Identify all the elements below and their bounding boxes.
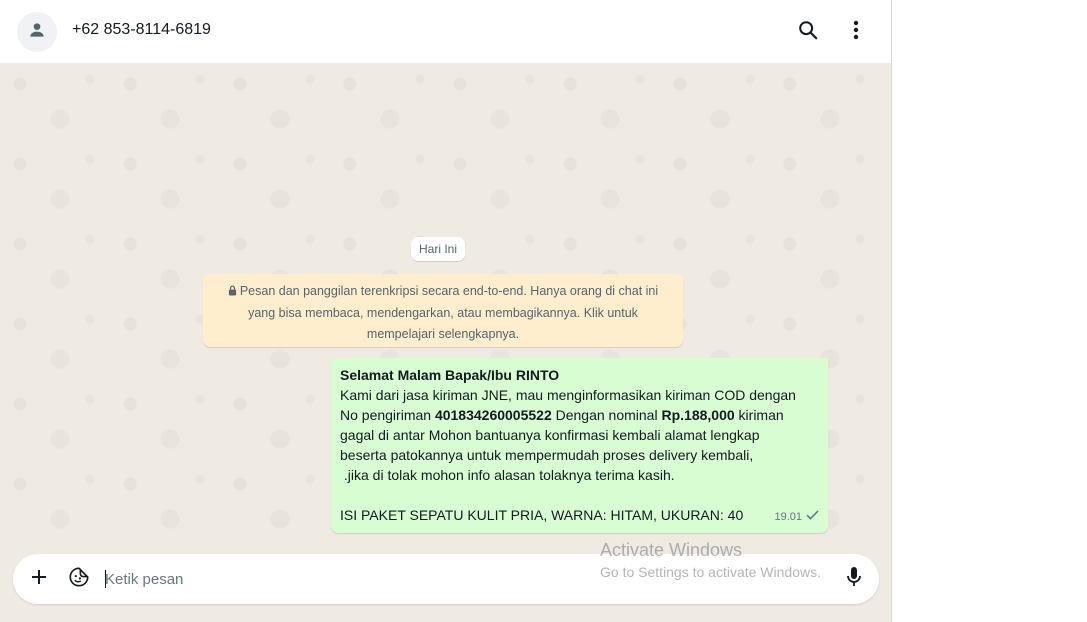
sticker-button[interactable]	[63, 563, 95, 595]
date-divider: Hari Ini	[411, 237, 466, 261]
cod-amount: Rp.188,000	[661, 407, 735, 423]
watermark-subtitle: Go to Settings to activate Windows.	[600, 564, 821, 580]
attach-button[interactable]	[23, 563, 55, 595]
search-icon	[797, 19, 819, 46]
contact-avatar[interactable]	[17, 12, 57, 52]
text-caret	[105, 570, 106, 588]
search-button[interactable]	[792, 16, 824, 48]
message-line: gagal di antar Mohon bantuanya konfirmas…	[340, 427, 760, 443]
message-greeting: Selamat Malam Bapak/Ibu RINTO	[340, 367, 560, 383]
message-line-tracking: No pengiriman 401834260005522 Dengan nom…	[340, 407, 784, 423]
message-line: beserta patokannya untuk mempermudah pro…	[340, 447, 754, 463]
microphone-icon	[846, 566, 862, 593]
sticker-icon	[68, 566, 90, 593]
more-vertical-icon	[853, 20, 859, 45]
single-check-icon	[806, 507, 819, 527]
message-line: Kami dari jasa kiriman JNE, mau menginfo…	[340, 387, 796, 403]
tracking-number: 401834260005522	[434, 407, 552, 423]
chat-header: +62 853-8114-6819	[0, 0, 891, 64]
voice-message-button[interactable]	[838, 563, 870, 595]
contact-name[interactable]: +62 853-8114-6819	[72, 21, 211, 39]
message-line: .jika di tolak mohon info alasan tolakny…	[340, 467, 675, 483]
lock-icon	[228, 282, 237, 303]
watermark-title: Activate Windows	[600, 540, 743, 560]
message-meta: 19.01	[774, 507, 819, 527]
plus-icon	[30, 568, 48, 591]
chat-window: +62 853-8114-6819 Hari Ini Pesan dan pan…	[0, 0, 892, 622]
encryption-notice[interactable]: Pesan dan panggilan terenkripsi secara e…	[203, 274, 683, 347]
windows-activation-watermark: Activate Windows Go to Settings to activ…	[600, 540, 821, 580]
message-package-line: ISI PAKET SEPATU KULIT PRIA, WARNA: HITA…	[340, 507, 744, 523]
default-person-icon	[27, 20, 47, 45]
outgoing-message[interactable]: Selamat Malam Bapak/Ibu RINTO Kami dari …	[331, 358, 828, 533]
message-pane[interactable]: Hari Ini Pesan dan panggilan terenkripsi…	[0, 64, 891, 552]
menu-button[interactable]	[840, 16, 872, 48]
encryption-notice-text: Pesan dan panggilan terenkripsi secara e…	[239, 284, 659, 341]
message-time: 19.01	[774, 511, 802, 523]
